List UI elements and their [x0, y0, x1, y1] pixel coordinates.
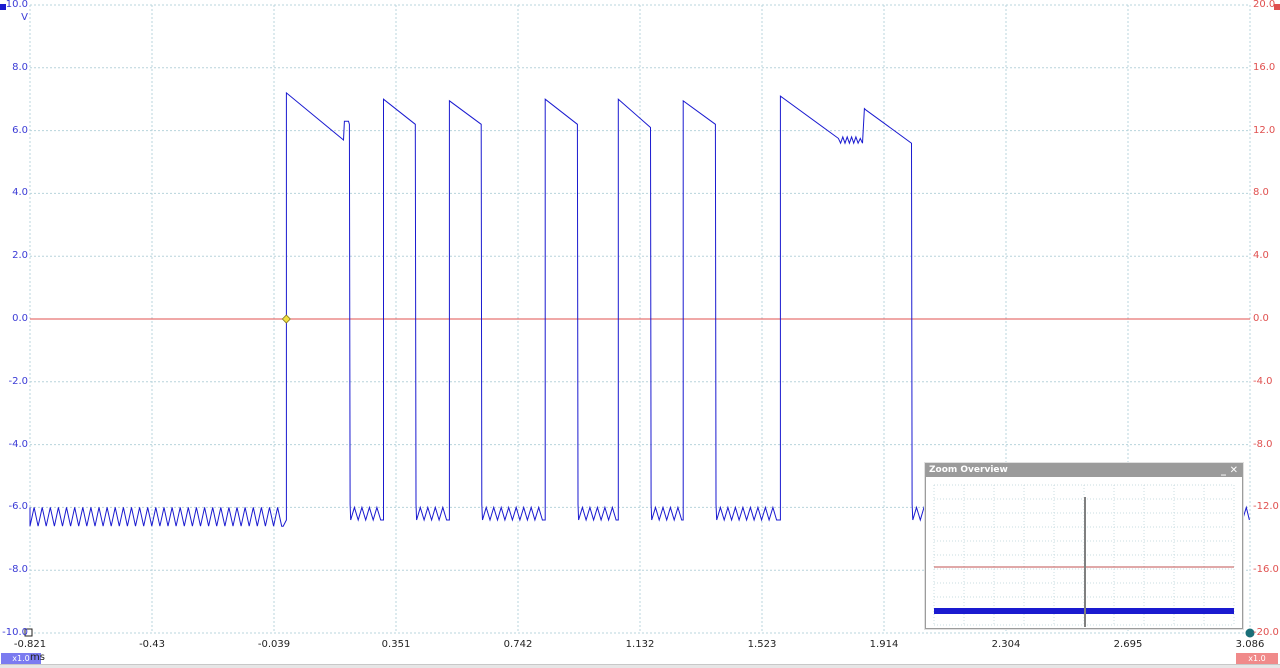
right-axis-tick: 4.0	[1253, 250, 1269, 262]
x-axis-tick: 3.086	[1235, 639, 1265, 650]
left-axis-tick: -2.0	[8, 375, 28, 387]
x-axis-tick: 2.304	[991, 639, 1021, 650]
right-axis-tick: -16.0	[1253, 564, 1279, 576]
x-axis-tick: 1.132	[625, 639, 655, 650]
x-axis-unit: ms	[30, 652, 45, 663]
right-axis-tick: 16.0	[1253, 61, 1276, 73]
left-axis-tick: -6.0	[8, 501, 28, 513]
zoom-overview-plot[interactable]	[926, 477, 1242, 637]
close-icon[interactable]: ✕	[1230, 464, 1238, 477]
right-axis-tick: 20.0	[1253, 0, 1276, 10]
left-axis-tick: 4.0	[12, 187, 28, 199]
right-axis-tick: -4.0	[1253, 375, 1273, 387]
left-axis-tick: 8.0	[12, 61, 28, 73]
left-axis-unit: V	[21, 12, 28, 23]
right-axis-tick: 0.0	[1253, 313, 1269, 324]
x-axis-tick: -0.43	[139, 639, 165, 650]
left-axis-tick: 10.0	[5, 0, 28, 10]
left-axis-tick: -8.0	[8, 564, 28, 576]
x-axis-tick: -0.039	[257, 639, 291, 650]
left-axis-tick: -4.0	[8, 438, 28, 450]
zoom-overview-title: Zoom Overview	[929, 465, 1008, 475]
minimize-button[interactable]: _	[1221, 464, 1226, 477]
x-axis-tick: 1.523	[747, 639, 777, 650]
zoom-overview-panel[interactable]: Zoom Overview _ ✕	[925, 463, 1243, 637]
x-axis-tick: 0.351	[381, 639, 411, 650]
x-axis-tick: 1.914	[869, 639, 899, 650]
right-scale-badge[interactable]: x1.0	[1236, 653, 1278, 664]
x-axis-tick: 0.742	[503, 639, 533, 650]
right-axis-tick: 8.0	[1253, 187, 1269, 199]
zoom-overview-titlebar[interactable]: Zoom Overview _ ✕	[926, 464, 1242, 477]
left-axis-tick: 6.0	[12, 124, 28, 136]
left-axis-tick: 2.0	[12, 250, 28, 262]
x-axis-tick: 2.695	[1113, 639, 1143, 650]
trigger-marker	[281, 314, 291, 324]
left-axis-tick: 0.0	[12, 313, 28, 324]
horizontal-scrollbar[interactable]	[0, 664, 1280, 668]
right-axis-tick: -12.0	[1253, 501, 1279, 513]
right-axis-tick: 12.0	[1253, 124, 1276, 136]
left-axis-tick: -10.0	[2, 627, 28, 638]
right-axis-tick: -8.0	[1253, 438, 1273, 450]
x-axis-tick: -0.821	[13, 639, 47, 650]
right-axis-tick: -20.0	[1253, 627, 1279, 638]
